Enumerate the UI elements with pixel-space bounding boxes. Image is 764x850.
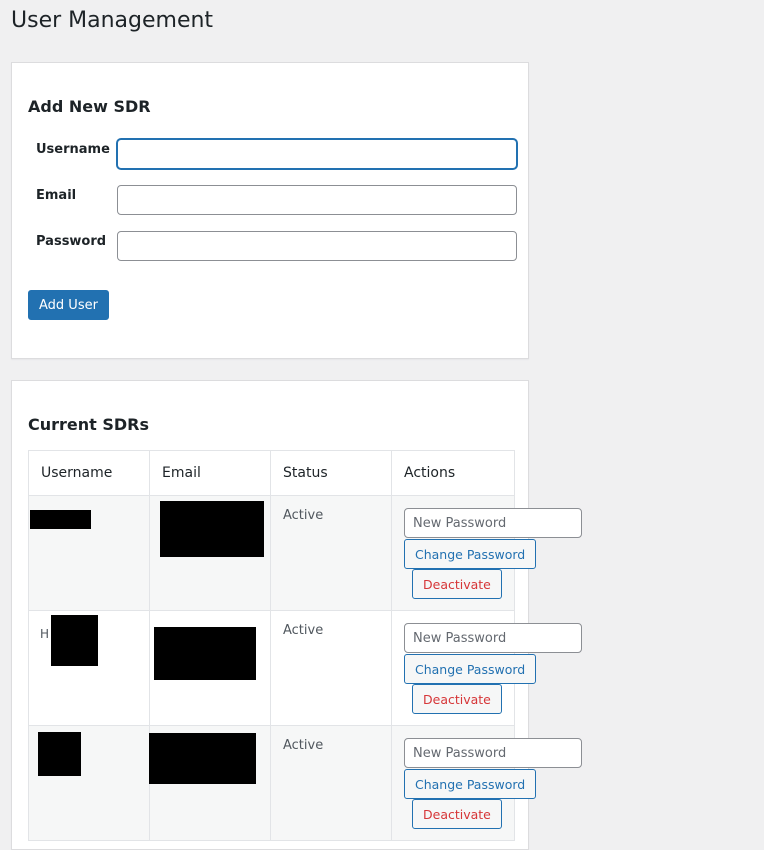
page-title: User Management <box>11 8 214 33</box>
redacted-block <box>30 510 91 529</box>
password-label: Password <box>36 234 107 249</box>
status-text: Active <box>283 508 324 523</box>
username-label: Username <box>36 142 110 157</box>
column-header-status: Status <box>270 450 392 496</box>
email-label: Email <box>36 188 77 203</box>
users-table: Username Email Status Actions Active New… <box>28 450 582 841</box>
redacted-block <box>38 732 81 776</box>
username-input[interactable] <box>117 139 517 169</box>
email-cell <box>149 610 271 726</box>
deactivate-button[interactable]: Deactivate <box>412 569 502 599</box>
username-cell <box>28 725 150 841</box>
username-fragment: H <box>40 627 50 641</box>
actions-cell: Change Password Deactivate <box>391 725 582 841</box>
status-text: Active <box>283 623 324 638</box>
password-input[interactable] <box>117 231 517 261</box>
new-password-input[interactable] <box>404 623 582 653</box>
email-cell <box>149 495 271 611</box>
current-sdrs-title: Current SDRs <box>28 415 150 434</box>
table-row: H Active Change Password Deactivate <box>28 610 582 726</box>
redacted-block <box>160 501 264 557</box>
column-header-actions: Actions <box>391 450 515 496</box>
change-password-button[interactable]: Change Password <box>404 769 537 799</box>
add-user-title: Add New SDR <box>28 97 151 116</box>
table-row: Active Change Password Deactivate <box>28 495 582 611</box>
actions-cell: Change Password Deactivate <box>391 495 582 611</box>
deactivate-button[interactable]: Deactivate <box>412 684 502 714</box>
current-sdrs-card: Current SDRs Username Email Status Actio… <box>11 380 582 850</box>
username-cell <box>28 495 150 611</box>
deactivate-button[interactable]: Deactivate <box>412 799 502 829</box>
redacted-block <box>149 733 256 784</box>
status-cell: Active <box>270 725 392 841</box>
add-user-button[interactable]: Add User <box>28 290 109 320</box>
actions-cell: Change Password Deactivate <box>391 610 582 726</box>
status-cell: Active <box>270 495 392 611</box>
redacted-block <box>51 615 98 666</box>
column-header-username: Username <box>28 450 150 496</box>
email-input[interactable] <box>117 185 517 215</box>
add-user-card: Add New SDR Username Email Password Add … <box>11 62 529 359</box>
change-password-button[interactable]: Change Password <box>404 654 537 684</box>
column-header-email: Email <box>149 450 271 496</box>
status-text: Active <box>283 738 324 753</box>
change-password-button[interactable]: Change Password <box>404 539 537 569</box>
email-cell <box>149 725 271 841</box>
table-header-row: Username Email Status Actions <box>28 450 515 496</box>
new-password-input[interactable] <box>404 738 582 768</box>
table-row: Active Change Password Deactivate <box>28 725 582 841</box>
status-cell: Active <box>270 610 392 726</box>
username-cell: H <box>28 610 150 726</box>
new-password-input[interactable] <box>404 508 582 538</box>
redacted-block <box>154 627 256 680</box>
